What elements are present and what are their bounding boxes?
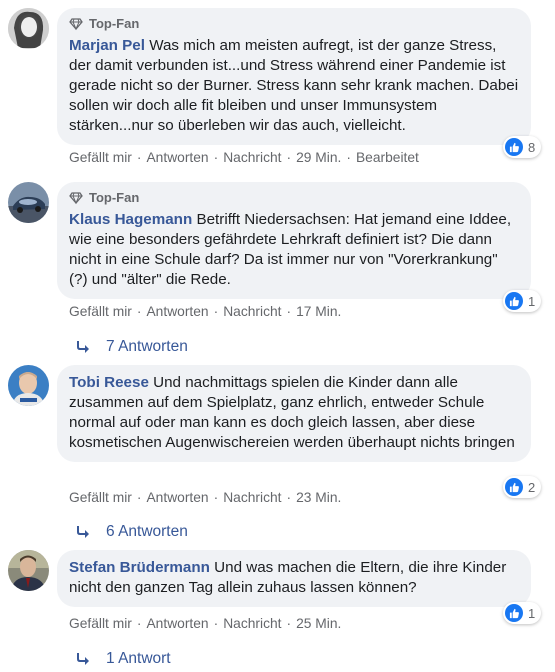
reaction-number: 2 (528, 479, 536, 495)
like-link[interactable]: Gefällt mir (69, 616, 132, 631)
separator: · (286, 304, 292, 319)
separator: · (136, 616, 142, 631)
comment-bubble: Top-Fan Marjan Pel Was mich am meisten a… (57, 8, 531, 145)
separator: · (213, 304, 219, 319)
separator: · (286, 490, 292, 505)
separator: · (136, 150, 142, 165)
view-replies-link[interactable]: 6 Antworten (76, 523, 188, 541)
view-replies-link[interactable]: 1 Antwort (76, 650, 171, 668)
avatar-photo (8, 182, 49, 223)
separator: · (346, 150, 351, 165)
view-replies-link[interactable]: 7 Antworten (76, 338, 188, 356)
comment-timestamp[interactable]: 23 Min. (296, 490, 341, 505)
comment-timestamp[interactable]: 29 Min. (296, 150, 341, 165)
like-link[interactable]: Gefällt mir (69, 304, 132, 319)
reply-link[interactable]: Antworten (146, 304, 208, 319)
separator: · (286, 616, 292, 631)
reply-link[interactable]: Antworten (146, 490, 208, 505)
separator: · (136, 490, 142, 505)
like-link[interactable]: Gefällt mir (69, 150, 132, 165)
comment-actions: Gefällt mir · Antworten · Nachricht · 29 Mi… (69, 150, 419, 165)
replies-count: 1 Antwort (106, 650, 171, 667)
avatar[interactable] (8, 8, 49, 49)
message-link[interactable]: Nachricht (223, 490, 281, 505)
separator: · (213, 616, 219, 631)
comment-author[interactable]: Tobi Reese (69, 374, 149, 391)
comment-actions: Gefällt mir · Antworten · Nachricht · 23 Mi… (69, 490, 341, 505)
comment-actions: Gefällt mir · Antworten · Nachricht · 17 Mi… (69, 304, 341, 319)
diamond-icon (69, 192, 83, 205)
separator: · (136, 304, 142, 319)
badge-label: Top-Fan (89, 190, 140, 205)
reply-link[interactable]: Antworten (146, 150, 208, 165)
reply-arrow-icon (77, 341, 89, 353)
replies-count: 7 Antworten (106, 338, 188, 355)
reaction-count[interactable]: 8 (503, 136, 542, 158)
reaction-number: 1 (528, 605, 536, 621)
reaction-count[interactable]: 2 (503, 476, 542, 498)
comment-bubble: Top-Fan Klaus Hagemann Betrifft Niedersa… (57, 182, 531, 299)
reaction-count[interactable]: 1 (503, 290, 542, 312)
separator: · (213, 490, 219, 505)
reply-arrow-icon (77, 653, 89, 665)
message-link[interactable]: Nachricht (223, 150, 281, 165)
message-link[interactable]: Nachricht (223, 616, 281, 631)
like-icon (505, 478, 523, 496)
separator: · (286, 150, 292, 165)
comment-author[interactable]: Stefan Brüdermann (69, 559, 210, 576)
avatar[interactable] (8, 365, 49, 406)
separator: · (213, 150, 219, 165)
avatar-photo (8, 550, 49, 591)
avatar[interactable] (8, 182, 49, 223)
diamond-icon (69, 18, 83, 31)
badge-label: Top-Fan (89, 16, 140, 31)
like-link[interactable]: Gefällt mir (69, 490, 132, 505)
reply-link[interactable]: Antworten (146, 616, 208, 631)
avatar-photo (8, 365, 49, 406)
message-link[interactable]: Nachricht (223, 304, 281, 319)
like-icon (505, 292, 523, 310)
avatar[interactable] (8, 550, 49, 591)
replies-count: 6 Antworten (106, 523, 188, 540)
reaction-count[interactable]: 1 (503, 602, 542, 624)
comment-author[interactable]: Klaus Hagemann (69, 211, 192, 228)
like-icon (505, 138, 523, 156)
reaction-number: 1 (528, 293, 536, 309)
comment-timestamp[interactable]: 25 Min. (296, 616, 341, 631)
comment-bubble: Stefan Brüdermann Und was machen die Elt… (57, 550, 531, 607)
avatar-portrait (8, 8, 49, 49)
like-icon (505, 604, 523, 622)
reply-arrow-icon (77, 526, 89, 538)
comment-author[interactable]: Marjan Pel (69, 37, 145, 54)
edited-label[interactable]: Bearbeitet (356, 150, 419, 165)
comment-bubble: Tobi Reese Und nachmittags spielen die K… (57, 365, 531, 462)
comment-timestamp[interactable]: 17 Min. (296, 304, 341, 319)
top-fan-badge: Top-Fan (69, 190, 519, 206)
top-fan-badge: Top-Fan (69, 16, 519, 32)
comment-actions: Gefällt mir · Antworten · Nachricht · 25 Mi… (69, 616, 341, 631)
reaction-number: 8 (528, 139, 536, 155)
